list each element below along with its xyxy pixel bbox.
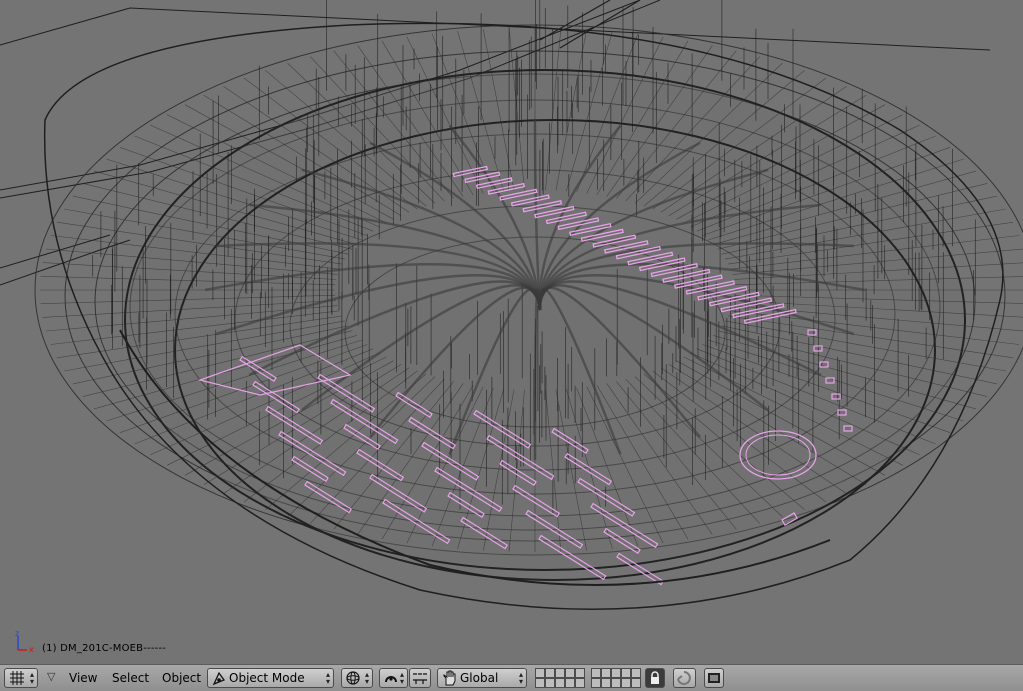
orientation-dropdown[interactable]: Global ▴ ▾	[437, 668, 527, 688]
dropdown-arrows-icon: ▴ ▾	[518, 670, 523, 686]
view-menu[interactable]: View	[69, 671, 97, 685]
object-mode-icon	[212, 671, 226, 686]
grid-icon	[10, 671, 24, 685]
dropdown-arrows-icon: ▴ ▾	[325, 670, 330, 686]
layers-icon[interactable]	[535, 668, 643, 688]
undo-history-button[interactable]	[673, 668, 696, 688]
dropdown-arrows-icon: ▴ ▾	[399, 670, 404, 686]
axis-gizmo: z x	[10, 628, 40, 654]
lock-icon	[651, 671, 659, 684]
mode-dropdown[interactable]: Object Mode ▴ ▾	[207, 668, 334, 688]
dropdown-arrows-icon: ▴ ▾	[364, 670, 369, 686]
pivot-icon	[385, 676, 397, 683]
render-icon	[708, 673, 720, 683]
editor-type-button[interactable]: ▴ ▾	[4, 668, 38, 688]
wireframe-scene	[0, 0, 1023, 610]
manipulator-icon	[413, 673, 427, 684]
3d-viewport[interactable]: z x (1) DM_201C-MOEB------	[0, 0, 1023, 664]
object-menu[interactable]: Object	[162, 671, 201, 685]
hand-icon	[443, 670, 456, 686]
axis-x-label: x	[29, 645, 34, 654]
stepper-arrows-icon: ▴ ▾	[29, 670, 34, 686]
pivot-dropdown[interactable]: ▴ ▾	[379, 668, 408, 688]
select-menu[interactable]: Select	[112, 671, 149, 685]
snap-toggle[interactable]	[409, 668, 431, 688]
sphere-icon	[346, 671, 360, 685]
undo-icon	[677, 671, 691, 685]
mode-label: Object Mode	[229, 671, 305, 685]
orientation-label: Global	[460, 671, 499, 685]
draw-type-dropdown[interactable]: ▴ ▾	[341, 668, 373, 688]
lock-toggle[interactable]	[645, 668, 665, 688]
render-button[interactable]	[704, 668, 724, 688]
viewport-header: ▴ ▾ ▽ View Select Object Object Mode ▴ ▾ ▴…	[0, 664, 1023, 691]
active-object-label: (1) DM_201C-MOEB------	[42, 643, 167, 654]
axis-z-label: z	[15, 629, 19, 638]
collapse-menus-icon[interactable]: ▽	[47, 670, 55, 683]
